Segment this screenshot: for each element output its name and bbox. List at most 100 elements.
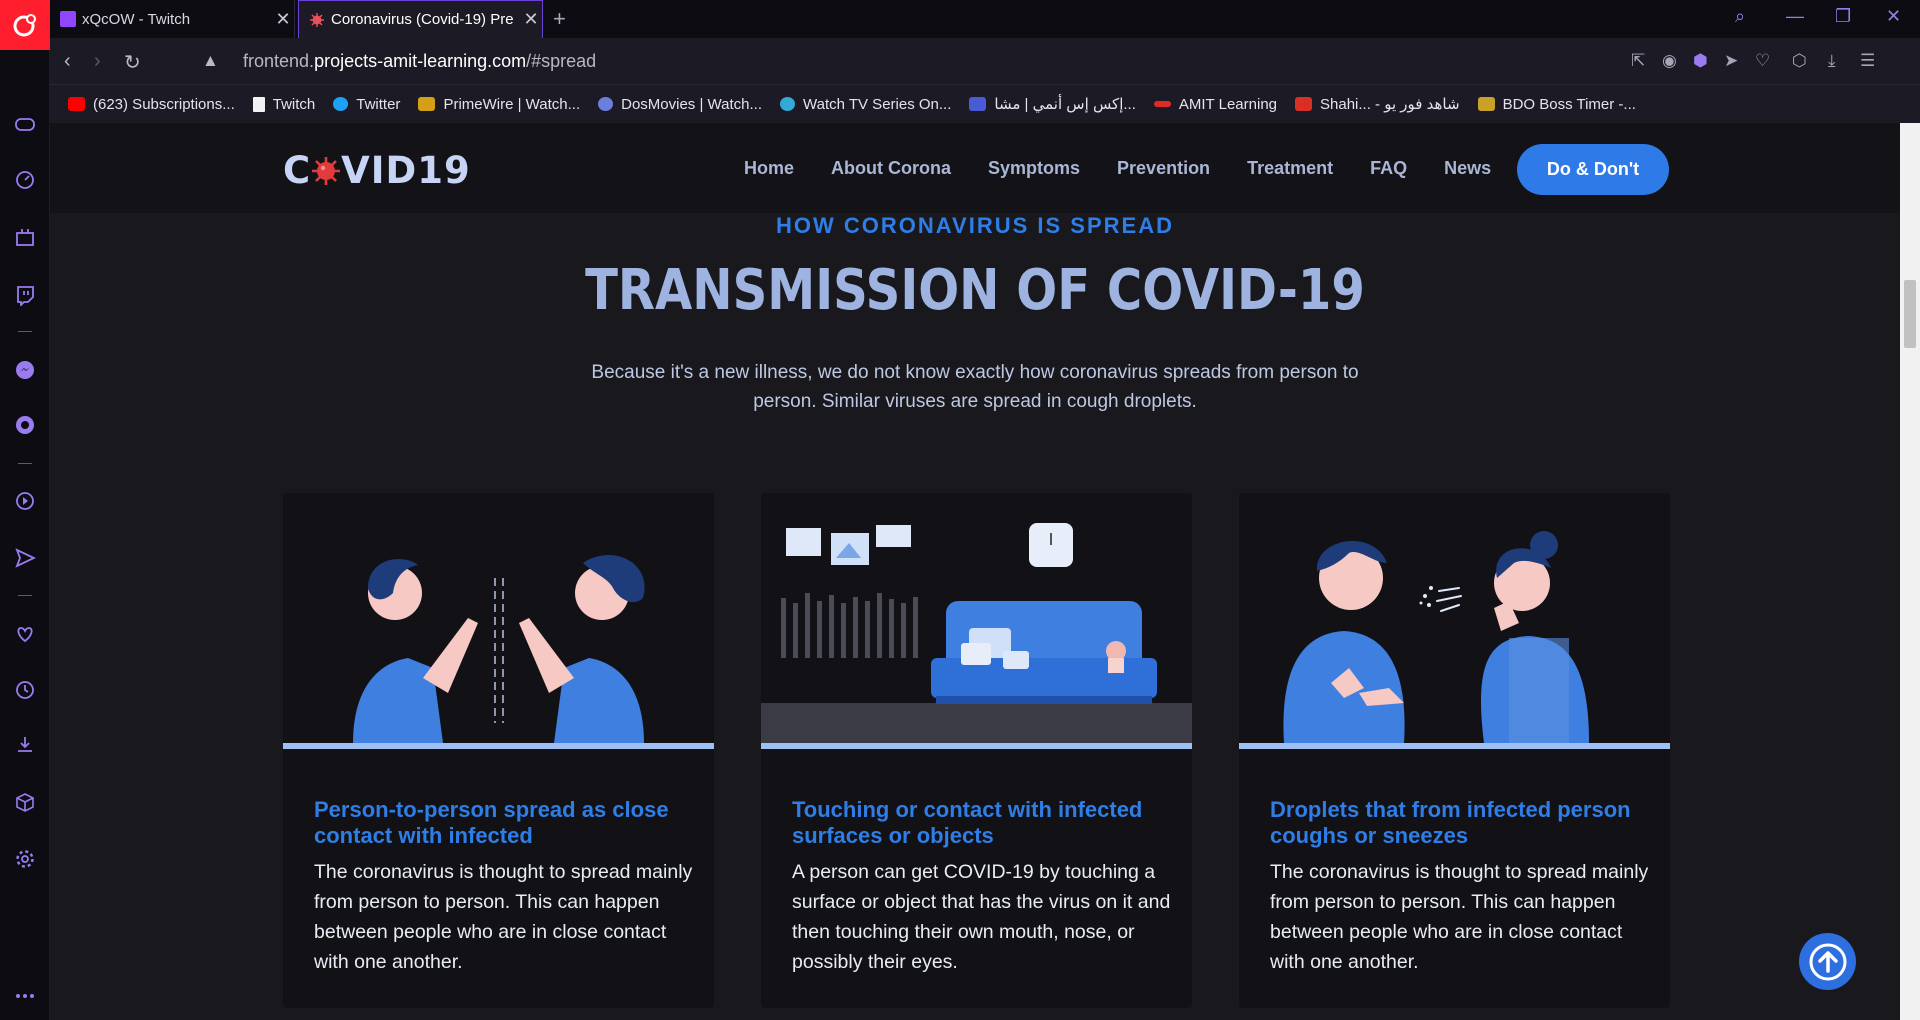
not-secure-icon[interactable]: ▲ (202, 51, 219, 71)
bookmark-label: AMIT Learning (1178, 95, 1277, 113)
scroll-to-top-button[interactable] (1799, 933, 1856, 990)
bookmark-twitch[interactable]: Twitch (252, 96, 315, 113)
logo-text-right: VID19 (341, 149, 471, 192)
forward-icon[interactable]: › (94, 50, 101, 73)
page-icon (252, 96, 265, 112)
more-icon[interactable] (13, 984, 37, 1008)
virus-icon (312, 157, 341, 185)
card-divider (761, 743, 1192, 749)
transmission-card: Person-to-person spread as close contact… (283, 493, 714, 1008)
search-tabs-icon[interactable]: ⌕ (1735, 6, 1745, 27)
whatsapp-icon[interactable] (13, 413, 37, 437)
share-icon[interactable]: ⇱ (1631, 51, 1645, 71)
bookmark-amit[interactable]: AMIT Learning (1153, 95, 1277, 113)
card-title: Person-to-person spread as close contact… (314, 797, 669, 848)
browser-sidebar (0, 0, 50, 1020)
nav-symptoms[interactable]: Symptoms (988, 158, 1080, 179)
bookmark-heart-icon[interactable]: ♡ (1755, 51, 1770, 71)
site-logo[interactable]: C VID19 (283, 149, 471, 192)
nav-about-corona[interactable]: About Corona (831, 158, 951, 179)
reload-icon[interactable]: ↻ (124, 50, 141, 75)
twitch-icon[interactable] (13, 283, 37, 307)
site-header: C VID19 Home About Corona Symptoms Preven… (50, 123, 1900, 213)
send-icon[interactable]: ➤ (1724, 51, 1738, 71)
new-tab-icon[interactable]: + (553, 6, 566, 32)
bookmark-twitter[interactable]: Twitter (333, 96, 400, 113)
nav-treatment[interactable]: Treatment (1247, 158, 1333, 179)
bookmark-youtube[interactable]: (623) Subscriptions... (68, 96, 235, 113)
card-body: A person can get COVID-19 by touching a … (792, 861, 1171, 973)
opera-menu-button[interactable] (0, 0, 50, 50)
tab-twitch[interactable]: xQcOW - Twitch ✕ (50, 0, 295, 38)
tab-title: Coronavirus (Covid-19) Pre (331, 11, 514, 28)
vpn-shield-icon[interactable]: ⬢ (1693, 51, 1708, 71)
card-divider (283, 743, 714, 749)
bookmark-label: (623) Subscriptions... (93, 95, 235, 113)
scrollbar-thumb[interactable] (1904, 280, 1916, 348)
gx-control-icon[interactable] (13, 112, 37, 136)
bookmark-label: PrimeWire | Watch... (443, 95, 581, 113)
main-nav: Home About Corona Symptoms Prevention Tr… (744, 158, 1528, 179)
sidebar-divider (18, 595, 32, 596)
gx-corner-icon[interactable] (13, 225, 37, 249)
download-icon[interactable]: ⤓ (1828, 51, 1836, 71)
flow-icon[interactable] (13, 546, 37, 570)
url-suffix: /#spread (526, 51, 597, 71)
settings-gear-icon[interactable] (13, 847, 37, 871)
section-lead: Because it's a new illness, we do not kn… (591, 362, 1359, 412)
bookmark-label: Twitter (356, 95, 401, 113)
bookmark-bdo[interactable]: BDO Boss Timer -... (1477, 95, 1636, 113)
nav-prevention[interactable]: Prevention (1117, 158, 1210, 179)
nav-faq[interactable]: FAQ (1370, 158, 1407, 179)
tab-covid[interactable]: Coronavirus (Covid-19) Pre ✕ (298, 0, 543, 38)
close-tab-icon[interactable]: ✕ (520, 9, 542, 30)
page-scrollbar[interactable] (1900, 123, 1920, 1020)
illustration-droplets (1239, 493, 1670, 745)
bookmark-label: DosMovies | Watch... (621, 95, 762, 113)
messenger-icon[interactable] (13, 358, 37, 382)
dosmovies-icon (598, 97, 614, 111)
downloads-icon[interactable] (13, 733, 37, 757)
logo-text-left: C (283, 149, 312, 192)
player-icon[interactable] (13, 489, 37, 513)
bookmarks-bar: (623) Subscriptions... Twitch Twitter Pr… (50, 85, 1920, 123)
extensions-cube-icon[interactable]: ⬡ (1792, 51, 1807, 71)
close-window-icon[interactable]: ✕ (1886, 6, 1901, 27)
page-viewport: C VID19 Home About Corona Symptoms Preven… (50, 123, 1900, 1020)
nav-news[interactable]: News (1444, 158, 1491, 179)
twitter-icon (333, 97, 349, 111)
card-title: Droplets that from infected person cough… (1270, 797, 1631, 848)
bookmark-tvseries[interactable]: Watch TV Series On... (780, 96, 951, 113)
card-divider (1239, 743, 1670, 749)
url-field[interactable]: frontend.projects-amit-learning.com/#spr… (243, 51, 596, 72)
heart-icon[interactable] (13, 622, 37, 646)
bookmark-shahid[interactable]: Shahi... - شاهد فور يو (1295, 95, 1460, 113)
amit-icon (1153, 101, 1171, 107)
bookmark-label: BDO Boss Timer -... (1502, 95, 1636, 113)
bookmark-xsanime[interactable]: إكس إس أنمي | مشا... (969, 95, 1136, 113)
nav-home[interactable]: Home (744, 158, 794, 179)
section-eyebrow: HOW CORONAVIRUS IS SPREAD (776, 213, 1174, 238)
opera-logo-icon (13, 14, 36, 37)
section-title: TRANSMISSION OF COVID-19 (585, 258, 1365, 323)
url-prefix: frontend. (243, 51, 315, 71)
bookmark-label: إكس إس أنمي | مشا... (994, 96, 1136, 113)
back-icon[interactable]: ‹ (64, 50, 71, 73)
tab-strip: xQcOW - Twitch ✕ Coronavirus (Covid-19) … (50, 0, 1920, 38)
easy-setup-icon[interactable]: ☰ (1860, 51, 1875, 71)
close-tab-icon[interactable]: ✕ (272, 9, 294, 30)
do-dont-button[interactable]: Do & Don't (1517, 144, 1669, 195)
sidebar-divider (18, 463, 32, 464)
restore-icon[interactable]: ❐ (1835, 6, 1851, 27)
extensions-icon[interactable] (13, 791, 37, 815)
history-icon[interactable] (13, 678, 37, 702)
arrow-up-circle-icon (1809, 943, 1846, 980)
bookmark-dosmovies[interactable]: DosMovies | Watch... (598, 96, 762, 113)
minimize-icon[interactable]: — (1786, 6, 1804, 27)
bookmark-label: Watch TV Series On... (803, 95, 952, 113)
camera-icon[interactable]: ◉ (1662, 51, 1677, 71)
bookmark-primewire[interactable]: PrimeWire | Watch... (418, 96, 580, 113)
speed-dial-icon[interactable] (13, 168, 37, 192)
illustration-person-to-person (283, 493, 714, 745)
card-body: The coronavirus is thought to spread mai… (1270, 861, 1649, 973)
